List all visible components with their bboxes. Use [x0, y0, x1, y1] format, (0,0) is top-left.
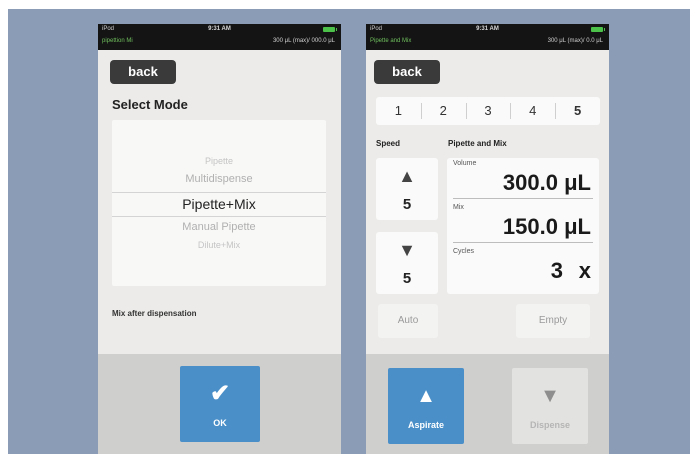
aspirate-button-label: Aspirate	[407, 420, 444, 430]
check-icon: ✔	[209, 380, 231, 407]
picker-option-pipette-mix[interactable]: Pipette+Mix	[112, 196, 326, 212]
mode-picker[interactable]: Pipette Multidispense Pipette+Mix Manual…	[112, 120, 326, 286]
aspirate-speed-stepper[interactable]: ▲ 5	[376, 158, 438, 220]
program-tabs: 1 2 3 4 5	[376, 97, 600, 125]
tab-4[interactable]: 4	[510, 97, 555, 125]
dispense-speed-value: 5	[402, 270, 412, 287]
app-mode-label: pipettion Mi	[102, 38, 133, 44]
aspirate-speed-value: 5	[402, 196, 412, 213]
bottom-action-bar: ✔ OK	[98, 354, 341, 454]
pipette-mix-screen: iPod 9:31 AM Pipette and Mix 300 μL (max…	[366, 24, 609, 454]
status-bar: iPod 9:31 AM Pipette and Mix 300 μL (max…	[366, 24, 609, 50]
picker-option-manual-pipette[interactable]: Manual Pipette	[112, 221, 326, 233]
volume-value: 300.0 μL	[502, 170, 591, 195]
field-underline	[453, 198, 593, 199]
cycles-label: Cycles	[453, 248, 475, 255]
picker-selection-top-line	[112, 192, 326, 193]
page-title: Select Mode	[112, 97, 188, 112]
volume-label: Volume	[453, 160, 477, 167]
speed-label: Speed	[376, 139, 401, 148]
picker-option-dilute-mix[interactable]: Dilute+Mix	[112, 240, 326, 250]
field-underline	[453, 242, 593, 243]
tab-1[interactable]: 1	[376, 97, 421, 125]
volume-info: 300 μL (max)/ 000.0 μL	[272, 38, 335, 44]
ok-button-label: OK	[213, 418, 227, 428]
ok-button[interactable]: ✔ OK	[180, 366, 260, 442]
picker-option-multidispense[interactable]: Multidispense	[112, 173, 326, 185]
cycles-unit: x	[578, 258, 591, 283]
battery-icon	[591, 27, 605, 32]
mode-label: Pipette and Mix	[448, 139, 507, 148]
auto-button[interactable]: Auto	[378, 304, 438, 338]
cycles-field[interactable]: Cycles 3 x	[453, 246, 593, 288]
tab-5[interactable]: 5	[555, 97, 600, 125]
mix-label: Mix	[453, 204, 464, 211]
select-mode-screen: iPod 9:31 AM pipettion Mi 300 μL (max)/ …	[98, 24, 341, 454]
picker-option-pipette[interactable]: Pipette	[112, 156, 326, 166]
volume-field[interactable]: Volume 300.0 μL	[453, 158, 593, 200]
up-arrow-icon: ▲	[398, 166, 416, 186]
bottom-action-bar: ▲ Aspirate ▼ Dispense	[366, 354, 609, 454]
mode-description: Mix after dispensation	[112, 309, 197, 318]
app-mode-label: Pipette and Mix	[370, 38, 412, 44]
volume-info: 300 μL (max)/ 0.0 μL	[547, 38, 603, 44]
figure-frame: iPod 9:31 AM pipettion Mi 300 μL (max)/ …	[0, 0, 698, 461]
dispense-arrow-down-icon: ▼	[540, 385, 560, 407]
aspirate-button[interactable]: ▲ Aspirate	[388, 368, 464, 444]
aspirate-arrow-up-icon: ▲	[416, 385, 436, 407]
back-button[interactable]: back	[110, 60, 176, 84]
empty-button[interactable]: Empty	[516, 304, 590, 338]
picker-selection-bottom-line	[112, 216, 326, 217]
mix-value: 150.0 μL	[502, 214, 591, 239]
tab-2[interactable]: 2	[421, 97, 466, 125]
cycles-value: 3	[550, 258, 563, 283]
dispense-speed-stepper[interactable]: ▼ 5	[376, 232, 438, 294]
status-bar: iPod 9:31 AM pipettion Mi 300 μL (max)/ …	[98, 24, 341, 50]
battery-icon	[323, 27, 337, 32]
dispense-button[interactable]: ▼ Dispense	[512, 368, 588, 444]
clock: 9:31 AM	[476, 26, 499, 32]
dispense-button-label: Dispense	[529, 420, 571, 430]
clock: 9:31 AM	[208, 26, 231, 32]
mix-parameters: Volume 300.0 μL Mix 150.0 μL Cycles 3 x	[447, 158, 599, 294]
down-arrow-icon: ▼	[398, 240, 416, 260]
mix-volume-field[interactable]: Mix 150.0 μL	[453, 202, 593, 244]
tab-3[interactable]: 3	[466, 97, 511, 125]
back-button[interactable]: back	[374, 60, 440, 84]
